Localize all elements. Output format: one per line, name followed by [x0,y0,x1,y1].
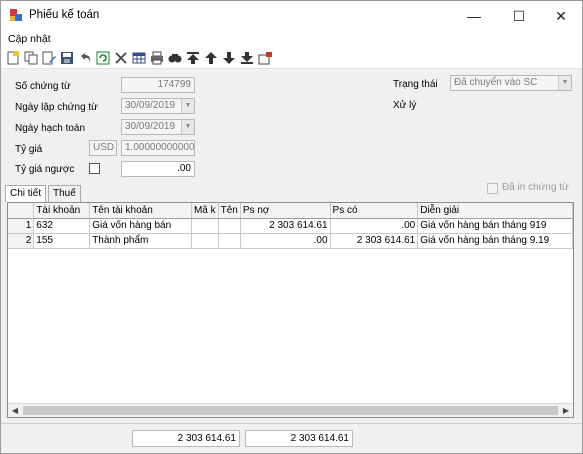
find-icon[interactable] [167,50,183,66]
col-ten[interactable]: Tên [218,203,241,219]
tab-thue[interactable]: Thuế [48,185,81,202]
col-ps-co[interactable]: Ps có [330,203,419,219]
prev-icon[interactable] [203,50,219,66]
so-chung-tu-field[interactable]: 174799 [121,77,195,93]
title-bar: Phiếu kế toán — ☐ ✕ [1,1,582,31]
xu-ly-label: Xử lý [393,100,417,111]
ty-gia-field[interactable]: 1.000000000000 [121,140,195,156]
cell-ps-no[interactable]: .00 [240,232,331,249]
ngay-hach-toan-field[interactable]: 30/09/2019 ▼ [121,119,195,135]
edit-icon[interactable] [41,50,57,66]
da-in-checkbox[interactable] [487,183,498,194]
window: Phiếu kế toán — ☐ ✕ Cập nhật Số chứng từ… [0,0,583,454]
cell-tai-khoan[interactable]: 632 [33,218,91,234]
delete-icon[interactable] [113,50,129,66]
cell-ma-k[interactable] [191,232,219,249]
totals-bar: 2 303 614.61 2 303 614.61 [1,423,582,453]
col-dien-giai[interactable]: Diễn giải [417,203,573,219]
ty-gia-nguoc-label: Tỷ giá ngược [15,164,75,175]
undo-icon[interactable] [77,50,93,66]
col-ps-no[interactable]: Ps nợ [240,203,331,219]
detail-grid: Tài khoản Tên tài khoản Mã k Tên Ps nợ P… [7,202,574,418]
cell-ten[interactable] [218,232,241,249]
cell-ma-k[interactable] [191,218,219,234]
ngay-hach-toan-value: 30/09/2019 [125,121,176,132]
last-icon[interactable] [239,50,255,66]
minimize-button[interactable]: — [459,5,489,27]
col-ten-tai-khoan[interactable]: Tên tài khoản [89,203,192,219]
next-icon[interactable] [221,50,237,66]
scroll-right-icon[interactable]: ▶ [559,404,573,417]
ngay-lap-field[interactable]: 30/09/2019 ▼ [121,98,195,114]
scroll-left-icon[interactable]: ◀ [8,404,22,417]
menu-bar: Cập nhật [1,31,582,47]
scroll-thumb[interactable] [23,406,558,415]
cell-dien-giai[interactable]: Giá vốn hàng bán tháng 9.19 [417,232,573,249]
cell-ps-co[interactable]: .00 [330,218,419,234]
cell-ten-tai-khoan[interactable]: Giá vốn hàng bán [89,218,192,234]
ngay-hach-toan-label: Ngày hạch toán [15,123,86,134]
print-icon[interactable] [149,50,165,66]
cell-ps-no[interactable]: 2 303 614.61 [240,218,331,234]
window-title: Phiếu kế toán [29,9,100,21]
save-icon[interactable] [59,50,75,66]
row-number-header [8,203,35,219]
so-chung-tu-label: Số chứng từ [15,81,71,92]
table-row[interactable]: 1 632 Giá vốn hàng bán 2 303 614.61 .00 … [8,218,573,234]
toolbar [1,47,582,69]
table-row[interactable]: 2 155 Thành phẩm .00 2 303 614.61 Giá vố… [8,232,573,249]
row-number: 2 [8,232,35,249]
detail-table: Tài khoản Tên tài khoản Mã k Tên Ps nợ P… [8,203,573,249]
ty-gia-nguoc-checkbox[interactable] [89,163,100,174]
ty-gia-label: Tỷ giá [15,144,43,155]
chevron-down-icon[interactable]: ▼ [181,120,194,134]
tab-chi-tiet[interactable]: Chi tiết [5,185,47,202]
trang-thai-select[interactable]: Đã chuyển vào SC ▼ [450,75,572,91]
cell-dien-giai[interactable]: Giá vốn hàng bán tháng 919 [417,218,573,234]
app-icon [10,9,22,21]
da-in-label: Đã in chứng từ [502,182,569,193]
chevron-down-icon[interactable]: ▼ [558,76,571,90]
total-ps-co: 2 303 614.61 [245,430,353,447]
new-icon[interactable] [5,50,21,66]
first-icon[interactable] [185,50,201,66]
cell-ps-co[interactable]: 2 303 614.61 [330,232,419,249]
horizontal-scrollbar[interactable]: ◀ ▶ [8,403,573,417]
col-ma-k[interactable]: Mã k [191,203,219,219]
ngay-lap-value: 30/09/2019 [125,100,176,111]
total-ps-no: 2 303 614.61 [132,430,240,447]
copy-icon[interactable] [23,50,39,66]
trang-thai-value: Đã chuyển vào SC [454,77,538,88]
cell-ten[interactable] [218,218,241,234]
maximize-button[interactable]: ☐ [504,5,534,27]
menu-cap-nhat[interactable]: Cập nhật [8,33,51,45]
currency-field[interactable]: USD [89,140,117,156]
cell-tai-khoan[interactable]: 155 [33,232,91,249]
table-icon[interactable] [131,50,147,66]
chevron-down-icon[interactable]: ▼ [181,99,194,113]
close-button[interactable]: ✕ [546,5,576,27]
export-icon[interactable] [257,50,273,66]
col-tai-khoan[interactable]: Tài khoản [33,203,91,219]
ty-gia-nguoc-field[interactable]: .00 [121,161,195,177]
row-number: 1 [8,218,35,234]
ngay-lap-label: Ngày lập chứng từ [15,102,98,113]
grid-header-row: Tài khoản Tên tài khoản Mã k Tên Ps nợ P… [8,203,573,219]
cell-ten-tai-khoan[interactable]: Thành phẩm [89,232,192,249]
refresh-icon[interactable] [95,50,111,66]
trang-thai-label: Trạng thái [393,79,438,90]
